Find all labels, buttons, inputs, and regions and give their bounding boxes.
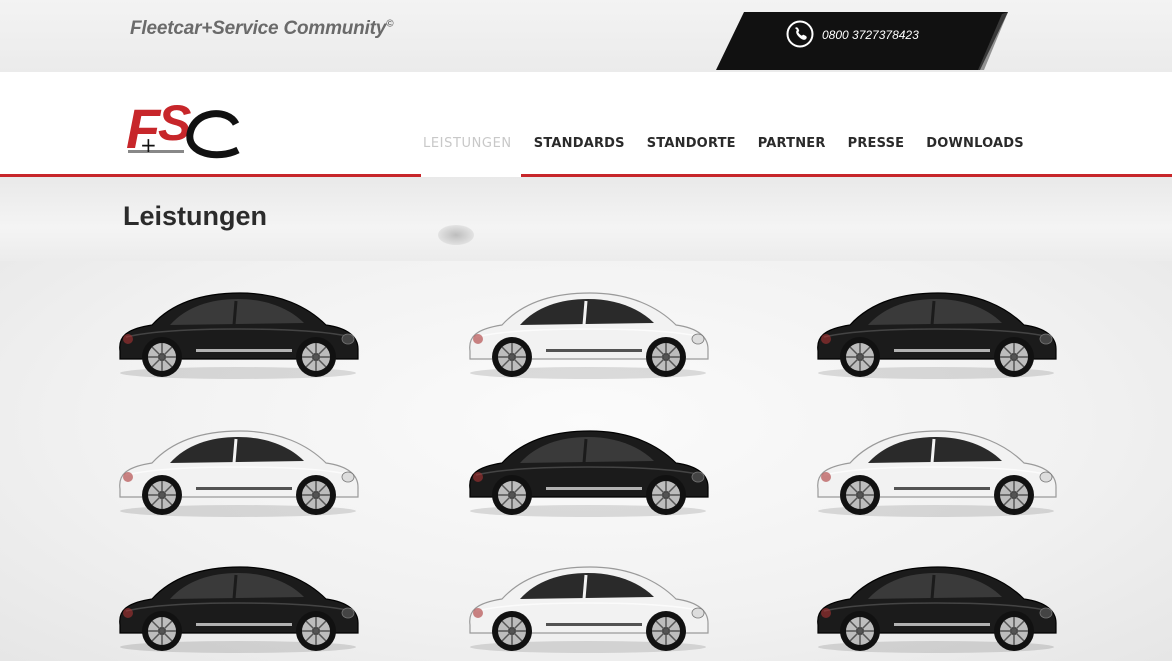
page-hero: Leistungen <box>0 177 1172 261</box>
nav-leistungen[interactable]: LEISTUNGEN <box>412 133 523 163</box>
car-gallery <box>0 261 1172 661</box>
hero-shadow <box>438 225 474 245</box>
nav-standorte[interactable]: STANDORTE <box>636 133 747 163</box>
phone-box[interactable]: 0800 3727378423 <box>716 12 1008 70</box>
nav-partner[interactable]: PARTNER <box>747 133 837 163</box>
registered-mark: © <box>386 18 394 30</box>
page-title: Leistungen <box>123 201 268 231</box>
car-image-7[interactable] <box>112 555 364 655</box>
top-bar: Fleetcar+Service Community© 0800 3727378… <box>0 0 1172 72</box>
community-text: Fleetcar+Service Community <box>130 18 387 39</box>
main-nav: LEISTUNGEN STANDARDS STANDORTE PARTNER P… <box>412 133 1035 163</box>
car-image-6[interactable] <box>810 419 1062 519</box>
phone-icon <box>786 20 814 48</box>
car-image-5[interactable] <box>462 419 714 519</box>
car-image-1[interactable] <box>112 281 364 381</box>
nav-presse[interactable]: PRESSE <box>837 133 916 163</box>
header: F S + LEISTUNGEN STANDARDS STANDORTE PAR… <box>0 72 1172 176</box>
nav-downloads[interactable]: DOWNLOADS <box>915 133 1035 163</box>
fsc-logo[interactable]: F S + <box>124 94 254 164</box>
car-image-3[interactable] <box>810 281 1062 381</box>
car-image-4[interactable] <box>112 419 364 519</box>
svg-text:S: S <box>158 95 191 151</box>
car-image-2[interactable] <box>462 281 714 381</box>
community-label: Fleetcar+Service Community© <box>130 18 394 40</box>
phone-number[interactable]: 0800 3727378423 <box>822 28 919 42</box>
car-image-8[interactable] <box>462 555 714 655</box>
car-image-9[interactable] <box>810 555 1062 655</box>
svg-text:+: + <box>140 133 157 157</box>
nav-standards[interactable]: STANDARDS <box>523 133 636 163</box>
